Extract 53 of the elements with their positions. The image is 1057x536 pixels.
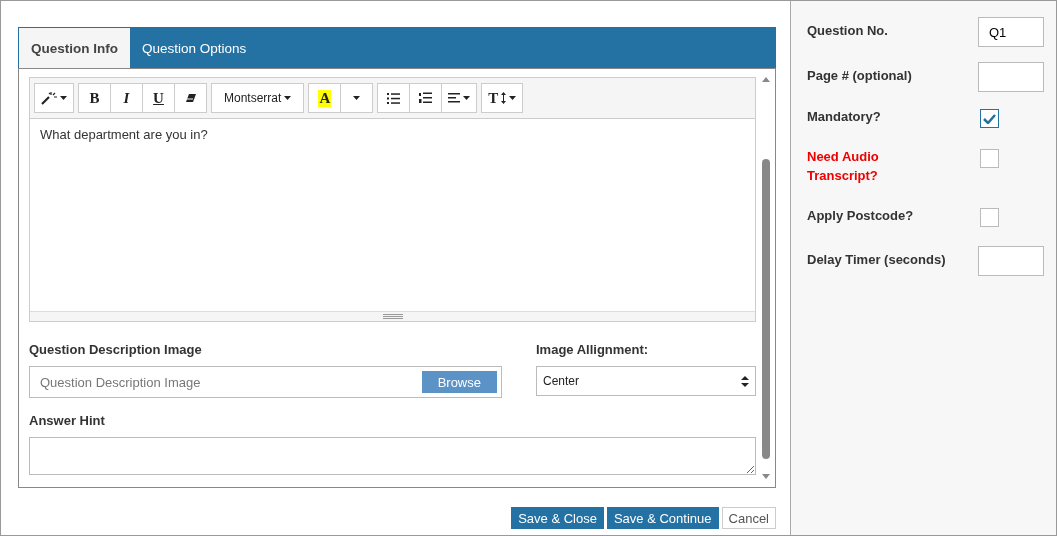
setting-input[interactable] [978, 62, 1044, 92]
caret-icon [284, 96, 292, 100]
text-color-button[interactable]: A [308, 83, 342, 113]
bold-button[interactable]: B [78, 83, 111, 113]
caret-icon [60, 96, 67, 100]
setting-label: Question No. [807, 22, 888, 40]
style-button[interactable] [34, 83, 74, 113]
file-input-field[interactable]: Question Description Image Browse [29, 366, 502, 398]
setting-label: Apply Postcode? [807, 207, 914, 225]
magic-wand-icon [41, 91, 57, 105]
clear-format-button[interactable] [174, 83, 207, 113]
align-icon [448, 93, 461, 103]
setting-label: Mandatory? [807, 108, 881, 126]
caret-icon [509, 96, 517, 100]
setting-label: Need Audio Transcript? [807, 148, 880, 185]
arrows-icon [501, 92, 507, 104]
font-dropdown[interactable]: Montserrat [211, 83, 305, 113]
checkbox[interactable] [980, 208, 999, 227]
setting-input[interactable] [978, 246, 1044, 276]
tab[interactable]: Question Options [130, 28, 259, 68]
setting-label: Page # (optional) [807, 67, 912, 85]
align-button[interactable] [441, 83, 478, 113]
scrollbar-thumb[interactable] [762, 159, 770, 459]
setting-label: Delay Timer (seconds) [807, 251, 946, 269]
sort-arrows-icon [741, 375, 749, 387]
checkbox[interactable] [980, 149, 999, 168]
eraser-icon [184, 93, 197, 103]
italic-button[interactable]: I [110, 83, 143, 113]
font-size-button[interactable]: T [481, 83, 524, 113]
scroll-down-icon[interactable] [762, 474, 770, 479]
alignment-select[interactable]: Center [536, 366, 756, 396]
caret-icon [353, 96, 361, 100]
resize-grip-icon[interactable] [382, 314, 403, 319]
rich-text-editor[interactable]: B I U Montserrat A T What department are you in? [29, 77, 756, 322]
save-button[interactable]: Save & Close [511, 507, 604, 529]
field-label: Answer Hint [29, 412, 106, 430]
numbered-list-button[interactable] [409, 83, 443, 113]
checkbox[interactable] [980, 109, 999, 128]
color-dropdown-button[interactable] [340, 83, 374, 113]
cancel-button[interactable]: Cancel [721, 507, 776, 529]
setting-input[interactable]: Q1 [978, 17, 1044, 47]
field-label: Image Allignment: [536, 341, 650, 359]
numbered-list-icon [419, 92, 433, 104]
tab[interactable]: Question Info [19, 28, 130, 68]
answer-hint-field[interactable] [29, 437, 756, 475]
bullet-list-button[interactable] [377, 83, 411, 113]
save-button[interactable]: Save & Continue [606, 507, 719, 529]
underline-button[interactable]: U [142, 83, 175, 113]
scroll-up-icon[interactable] [762, 77, 770, 82]
bullet-list-icon [387, 92, 401, 104]
editor-text: What department are you in? [39, 126, 209, 144]
field-label: Question Description Image [29, 341, 203, 359]
caret-icon [463, 96, 471, 100]
